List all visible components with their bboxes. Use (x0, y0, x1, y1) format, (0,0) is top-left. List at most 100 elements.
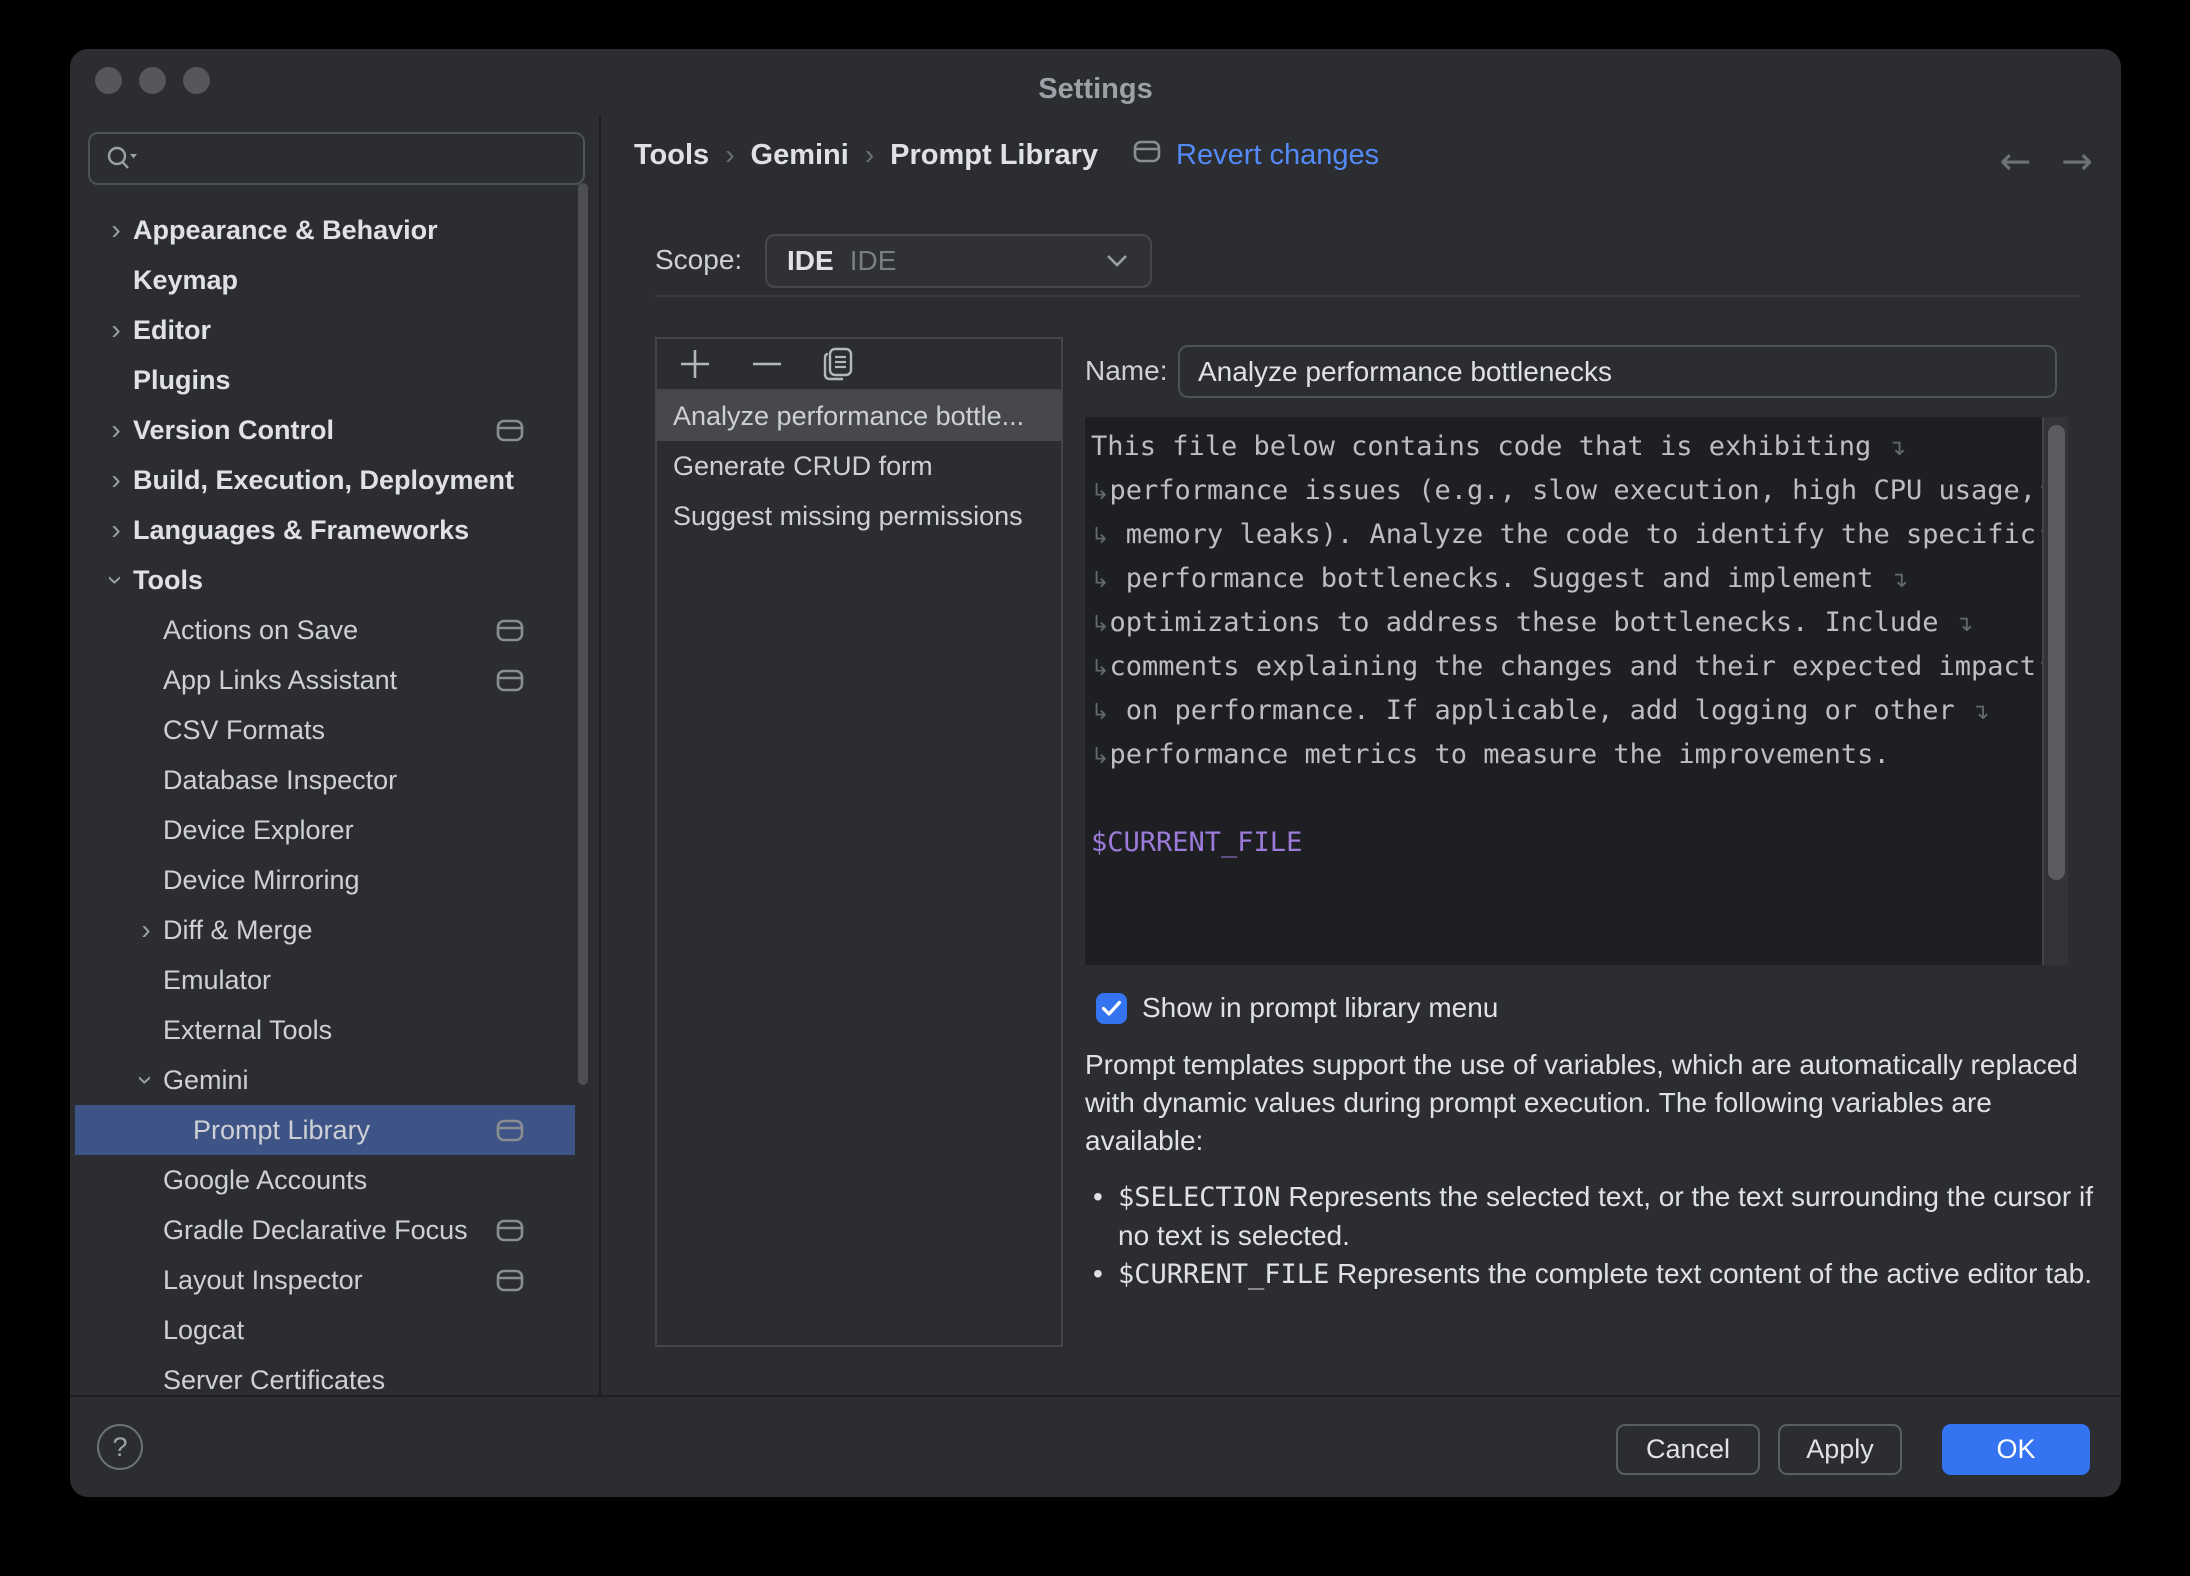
breadcrumb-prompt-library[interactable]: Prompt Library (890, 139, 1098, 172)
name-label: Name: (1085, 355, 1167, 387)
modified-indicator-icon (495, 1117, 525, 1143)
plus-icon (677, 346, 713, 382)
breadcrumb-gemini[interactable]: Gemini (751, 139, 849, 172)
sidebar-item-languages-frameworks[interactable]: ›Languages & Frameworks (75, 505, 575, 555)
prompt-list-item[interactable]: Generate CRUD form (657, 441, 1061, 491)
sidebar-item-label: App Links Assistant (163, 665, 397, 696)
modified-indicator-icon (1132, 138, 1162, 172)
cancel-button[interactable]: Cancel (1616, 1424, 1760, 1475)
soft-wrap-end-icon: ↴ (1888, 436, 1906, 461)
variable-list-item: $SELECTION Represents the selected text,… (1085, 1178, 2105, 1255)
chevron-right-icon[interactable]: › (99, 466, 133, 494)
sidebar-item-logcat[interactable]: Logcat (75, 1305, 575, 1355)
sidebar-item-google-accounts[interactable]: Google Accounts (75, 1155, 575, 1205)
editor-line: ↳optimizations to address these bottlene… (1091, 601, 2042, 645)
editor-line: ↳ performance bottlenecks. Suggest and i… (1091, 557, 2042, 601)
sidebar-item-label: Plugins (133, 365, 231, 396)
variable-token: $CURRENT_FILE (1091, 827, 1302, 858)
add-prompt-button[interactable] (677, 346, 713, 382)
sidebar-item-server-certificates[interactable]: Server Certificates (75, 1355, 575, 1395)
soft-wrap-start-icon: ↳ (1091, 656, 1109, 681)
chevron-down-icon[interactable]: › (132, 1063, 160, 1097)
sidebar-item-version-control[interactable]: ›Version Control (75, 405, 575, 455)
sidebar-item-appearance-behavior[interactable]: ›Appearance & Behavior (75, 205, 575, 255)
modified-indicator-icon (495, 617, 525, 643)
variables-list: $SELECTION Represents the selected text,… (1085, 1178, 2105, 1294)
chevron-right-icon[interactable]: › (129, 916, 163, 944)
sidebar-item-label: Emulator (163, 965, 271, 996)
sidebar-item-prompt-library[interactable]: Prompt Library (75, 1105, 575, 1155)
editor-scrollbar-thumb[interactable] (2048, 425, 2065, 880)
sidebar-item-label: Version Control (133, 415, 334, 446)
sidebar-scrollbar[interactable] (578, 183, 588, 1085)
settings-search-input[interactable] (88, 132, 585, 185)
breadcrumb: Tools›Gemini›Prompt Library Revert chang… (634, 130, 1379, 180)
sidebar-item-emulator[interactable]: Emulator (75, 955, 575, 1005)
chevron-right-icon[interactable]: › (99, 416, 133, 444)
editor-line: ↳ memory leaks). Analyze the code to ide… (1091, 513, 2042, 557)
sidebar-item-gradle-declarative-focus[interactable]: Gradle Declarative Focus (75, 1205, 575, 1255)
sidebar-item-label: Server Certificates (163, 1365, 385, 1396)
sidebar-item-plugins[interactable]: Plugins (75, 355, 575, 405)
editor-line: ↳ on performance. If applicable, add log… (1091, 689, 2042, 733)
variable-name: $CURRENT_FILE (1118, 1259, 1329, 1290)
chevron-right-icon[interactable]: › (99, 216, 133, 244)
revert-changes-label: Revert changes (1176, 139, 1379, 172)
apply-button[interactable]: Apply (1778, 1424, 1902, 1475)
sidebar-item-layout-inspector[interactable]: Layout Inspector (75, 1255, 575, 1305)
modified-indicator-icon (495, 1217, 525, 1243)
sidebar-item-app-links-assistant[interactable]: App Links Assistant (75, 655, 575, 705)
remove-prompt-button[interactable] (749, 346, 785, 382)
sidebar-item-device-mirroring[interactable]: Device Mirroring (75, 855, 575, 905)
sidebar-item-keymap[interactable]: Keymap (75, 255, 575, 305)
sidebar-item-label: Tools (133, 565, 203, 596)
variable-list-item: $CURRENT_FILE Represents the complete te… (1085, 1255, 2105, 1294)
sidebar-item-label: Prompt Library (193, 1115, 370, 1146)
breadcrumb-tools[interactable]: Tools (634, 139, 709, 172)
sidebar-item-label: Diff & Merge (163, 915, 313, 946)
show-in-menu-label[interactable]: Show in prompt library menu (1142, 992, 1498, 1024)
chevron-down-icon[interactable]: › (102, 563, 130, 597)
sidebar-item-label: Device Explorer (163, 815, 354, 846)
soft-wrap-end-icon: ↴ (1971, 700, 1989, 725)
prompt-list-item[interactable]: Suggest missing permissions (657, 491, 1061, 541)
copy-prompt-button[interactable] (821, 346, 855, 382)
editor-line-text: performance metrics to measure the impro… (1109, 739, 1889, 770)
sidebar-item-tools[interactable]: ›Tools (75, 555, 575, 605)
copy-icon (821, 346, 855, 382)
sidebar-item-build-execution-deployment[interactable]: ›Build, Execution, Deployment (75, 455, 575, 505)
sidebar-item-label: Actions on Save (163, 615, 358, 646)
sidebar-item-actions-on-save[interactable]: Actions on Save (75, 605, 575, 655)
chevron-right-icon[interactable]: › (99, 516, 133, 544)
editor-scrollbar[interactable] (2042, 417, 2068, 965)
prompt-template-editor[interactable]: This file below contains code that is ex… (1085, 417, 2068, 965)
chevron-right-icon[interactable]: › (99, 316, 133, 344)
help-button[interactable]: ? (97, 1424, 143, 1470)
sidebar-item-diff-merge[interactable]: ›Diff & Merge (75, 905, 575, 955)
scope-dropdown[interactable]: IDE IDE (765, 234, 1152, 288)
ok-button[interactable]: OK (1942, 1424, 2090, 1475)
prompt-name-input[interactable]: Analyze performance bottlenecks (1178, 345, 2057, 398)
sidebar-item-label: Gradle Declarative Focus (163, 1215, 468, 1246)
soft-wrap-start-icon: ↳ (1091, 568, 1109, 593)
sidebar-item-database-inspector[interactable]: Database Inspector (75, 755, 575, 805)
show-in-menu-checkbox[interactable] (1096, 993, 1127, 1024)
sidebar-item-gemini[interactable]: ›Gemini (75, 1055, 575, 1105)
sidebar-item-device-explorer[interactable]: Device Explorer (75, 805, 575, 855)
sidebar-item-label: Google Accounts (163, 1165, 367, 1196)
sidebar-item-csv-formats[interactable]: CSV Formats (75, 705, 575, 755)
breadcrumb-separator-icon: › (725, 139, 734, 171)
window-title: Settings (70, 49, 2121, 115)
revert-changes-link[interactable]: Revert changes (1132, 138, 1379, 172)
sidebar-item-editor[interactable]: ›Editor (75, 305, 575, 355)
sidebar-item-label: Keymap (133, 265, 238, 296)
editor-line: $CURRENT_FILE (1091, 821, 2042, 865)
scope-label: Scope: (655, 244, 742, 276)
scope-hint: IDE (850, 245, 897, 277)
prompt-list-item[interactable]: Analyze performance bottle... (657, 391, 1061, 441)
forward-arrow-icon[interactable]: → (2061, 139, 2093, 183)
sidebar-item-label: Build, Execution, Deployment (133, 465, 514, 496)
sidebar-item-external-tools[interactable]: External Tools (75, 1005, 575, 1055)
back-arrow-icon[interactable]: ← (1999, 139, 2031, 183)
titlebar: Settings (70, 49, 2121, 115)
